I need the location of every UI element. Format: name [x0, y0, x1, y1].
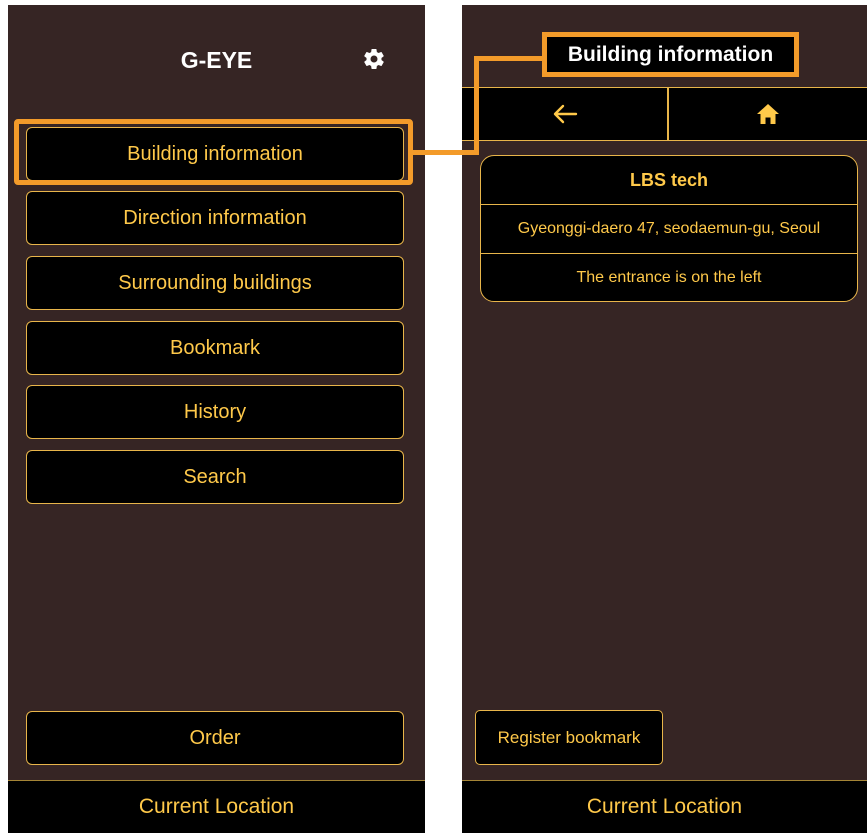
callout-connector	[413, 150, 477, 155]
building-address: Gyeonggi-daero 47, seodaemun-gu, Seoul	[481, 204, 857, 253]
gear-icon[interactable]	[362, 47, 386, 71]
header-title: Building information	[567, 42, 774, 66]
current-location-button[interactable]: Current Location	[8, 780, 425, 833]
history-button[interactable]: History	[26, 385, 404, 439]
arrow-left-icon	[553, 104, 577, 124]
register-bookmark-button[interactable]: Register bookmark	[475, 710, 663, 765]
home-button[interactable]	[669, 88, 867, 140]
order-button[interactable]: Order	[26, 711, 404, 765]
search-button[interactable]: Search	[26, 450, 404, 504]
surrounding-buildings-button[interactable]: Surrounding buildings	[26, 256, 404, 310]
direction-information-button[interactable]: Direction information	[26, 191, 404, 245]
highlight-building-information	[14, 119, 413, 185]
current-location-button-right[interactable]: Current Location	[462, 780, 867, 833]
home-icon	[757, 104, 779, 124]
building-info-card: LBS tech Gyeonggi-daero 47, seodaemun-gu…	[480, 155, 858, 302]
building-name: LBS tech	[629, 169, 708, 190]
navigation-bar	[462, 87, 867, 141]
building-information-screen: LBS tech Gyeonggi-daero 47, seodaemun-gu…	[462, 5, 867, 833]
bookmark-button[interactable]: Bookmark	[26, 321, 404, 375]
entrance-note: The entrance is on the left	[481, 253, 857, 301]
back-button[interactable]	[462, 88, 667, 140]
callout-connector	[474, 56, 479, 155]
callout-connector	[474, 56, 544, 61]
header-title-box: Building information	[542, 32, 799, 77]
